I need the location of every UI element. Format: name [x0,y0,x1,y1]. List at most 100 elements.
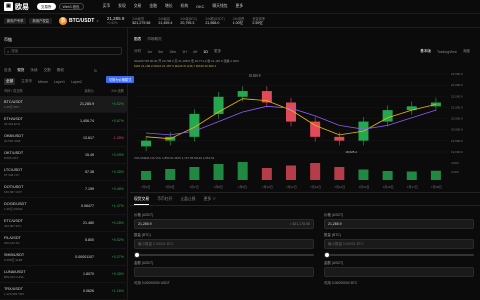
search-box[interactable]: ⌕ 搜索 [4,47,122,55]
buy-qty-input[interactable]: 最小数量 0.00001 BTC [134,239,314,249]
market-row[interactable]: SHIB/USDT 6,456亿 SHIB 0.00001107 +0.27% [0,249,128,266]
tab-more[interactable]: 更多 ∨ [204,197,216,205]
tf-4h[interactable]: 4H [193,50,198,54]
market-row[interactable]: LTC/USDT 97,348 LTC 57.38 +0.35% [0,164,128,181]
row-price: 0.00001107 [75,255,94,259]
row-symbol-cell: OKT/USDT 8,665 OKT [4,151,52,160]
market-row[interactable]: OKT/USDT 8,665 OKT 15.49 +0.09% [0,147,128,164]
new-user-rights-button[interactable]: 新用户权益 [29,17,52,24]
nav-growth[interactable]: 增长 [165,4,173,9]
tf-more[interactable]: 更多 [214,49,221,54]
date-label: 7月11日 [286,185,297,189]
market-row[interactable]: FIL/USDT 236,412 FIL 5.800 +0.52% [0,232,128,249]
date-label: 7月18日 [431,185,442,189]
row-symbol: ETH/USDT [4,116,23,121]
nav-institution[interactable]: 机构 [181,4,189,9]
tab-spot[interactable]: 现货 [17,68,24,73]
subtab-meme[interactable]: Meme [38,80,48,84]
market-subtabs: 全部 主流币 Meme Layer1 Layer2 [4,78,88,85]
row-symbol-cell: LUNA/USDT 809,423 LUNA [4,270,52,279]
row-price: 1,406.74 [80,119,94,123]
subtab-all[interactable]: 全部 [4,78,16,85]
volume-bar [213,164,224,180]
tool-tradingview[interactable]: TradingView [437,50,457,54]
col-price[interactable]: 最新价 [52,88,94,93]
nav-buy[interactable]: 买币 [103,4,111,9]
logo-icon: ▣ [4,2,13,11]
market-row[interactable]: DOGE/USDT 1.06亿 DOGE 0.06477 +1.47% [0,198,128,215]
logo[interactable]: ▣ 欧易 [4,2,29,12]
tf-5m[interactable]: 5m [158,50,163,54]
row-volume: 6,456亿 SHIB [4,257,23,262]
tf-1d[interactable]: 1D [203,50,208,54]
wallet-pill[interactable]: Web3 钱包 [58,3,84,10]
chart-tools: 基本版 TradingView 深度 [420,49,476,54]
tab-perpetual[interactable]: 永续 [30,68,37,73]
market-row[interactable]: ETC/USDT 332,967 ETC 21.480 +0.28% [0,215,128,232]
sell-amount-slider[interactable] [324,252,474,258]
tab-market-overview[interactable]: 市场概况 [147,37,161,42]
market-title: 币链 [4,37,12,42]
tool-basic[interactable]: 基本版 [420,49,431,54]
buy-amount-input[interactable] [134,267,314,277]
nav-okc[interactable]: OKC [196,5,204,9]
tf-1m[interactable]: 1m [147,50,152,54]
buy-price-input[interactable]: 21,285.9 ≈ $21,178.58 [134,219,314,229]
bitcoin-icon: ₿ [58,16,67,25]
col-symbol[interactable]: 币种 / 成交额 [4,88,52,93]
nav-chat-wallet[interactable]: 聊天钱包 [212,4,227,9]
volume-bar [382,171,393,180]
tf-15m[interactable]: 15m [169,50,176,54]
nav-more[interactable]: 更多 [236,4,244,9]
row-symbol-cell: BTC/USDT 1.05亿 BTC [4,100,52,109]
col-change[interactable]: 24h 涨跌 [94,88,124,93]
nav-discover[interactable]: 发现 [118,4,126,9]
sell-qty-input[interactable]: 最小数量 0.00001 BTC [324,239,474,249]
tab-options[interactable]: 期权 [57,68,64,73]
slider-knob[interactable] [134,252,140,258]
price-chart[interactable]: 22,500.0 22,000.0 21,500.0 21,000.0 20,500.0… [130,56,480,192]
volume-bar [261,168,272,180]
subtab-layer1[interactable]: Layer1 [54,80,65,84]
tool-depth[interactable]: 深度 [463,49,470,54]
nav-finance[interactable]: 金融 [149,4,157,9]
sell-price-input[interactable]: 21,285.9 [324,219,474,229]
market-header: 币种 / 成交额 最新价 24h 涨跌 [0,88,128,93]
row-change: +0.09% [111,153,124,157]
row-symbol-cell: DOT/USDT 156,997 DOT [4,185,52,194]
volume-bar [430,170,441,180]
buy-amount-slider[interactable] [134,252,314,258]
market-row[interactable]: ETH/USDT 26,263 ETH 1,406.74 +0.87% [0,113,128,130]
row-symbol: TRX/USDT [4,286,23,291]
subtab-main[interactable]: 主流币 [21,79,32,84]
tab-chart[interactable]: 图表 [134,37,141,42]
tab-margin[interactable]: 币币杠杆 [157,197,172,205]
market-row[interactable]: DOT/USDT 156,997 DOT 7.199 +0.48% [0,181,128,198]
search-input[interactable]: 搜索 [11,49,18,54]
market-row[interactable]: TRX/USDT 1,123,565 TRX 0.0626 +1.16% [0,283,128,300]
tab-spot-trade[interactable]: 现货交易 [134,197,150,205]
sell-amount-input[interactable] [324,267,474,277]
market-row[interactable]: BTC/USDT 1.05亿 BTC 21,285.9 +0.52% [0,96,128,113]
pair-selector[interactable]: ₿ BTC/USDT ∨ [58,16,99,25]
price-axis-label: 21,000.0 [451,105,463,109]
tab-tpsl[interactable]: 止盈止损 [180,197,195,205]
tf-1h[interactable]: 1H [182,50,187,54]
exchange-pill[interactable]: 交易所 [37,3,56,10]
subtab-layer2[interactable]: Layer2 [71,80,82,84]
stat-value: 2.59亿 [252,20,263,25]
volume-bar [189,167,200,180]
tf-line[interactable]: 分时 [134,49,141,54]
tab-futures[interactable]: 交割 [44,68,51,73]
nav-trade[interactable]: 交易 [134,4,142,9]
candle-body [310,121,321,137]
new-user-button[interactable]: 新用户专享 [4,17,27,24]
market-row[interactable]: OKB/USDT 30,552 OKB 13.617 -1.28% [0,130,128,147]
price-axis-label: 22,000.0 [451,83,463,87]
settings-icon[interactable]: ↻ [94,69,97,73]
slider-knob[interactable] [324,252,330,258]
row-symbol-cell: OKB/USDT 30,552 OKB [4,134,52,143]
tab-favorites[interactable]: 自选 [4,68,11,73]
market-row[interactable]: LUNA/USDT 809,423 LUNA 1.8070 +0.35% [0,266,128,283]
stat-24h-high: 24h最高 21,459.4 [158,16,172,25]
